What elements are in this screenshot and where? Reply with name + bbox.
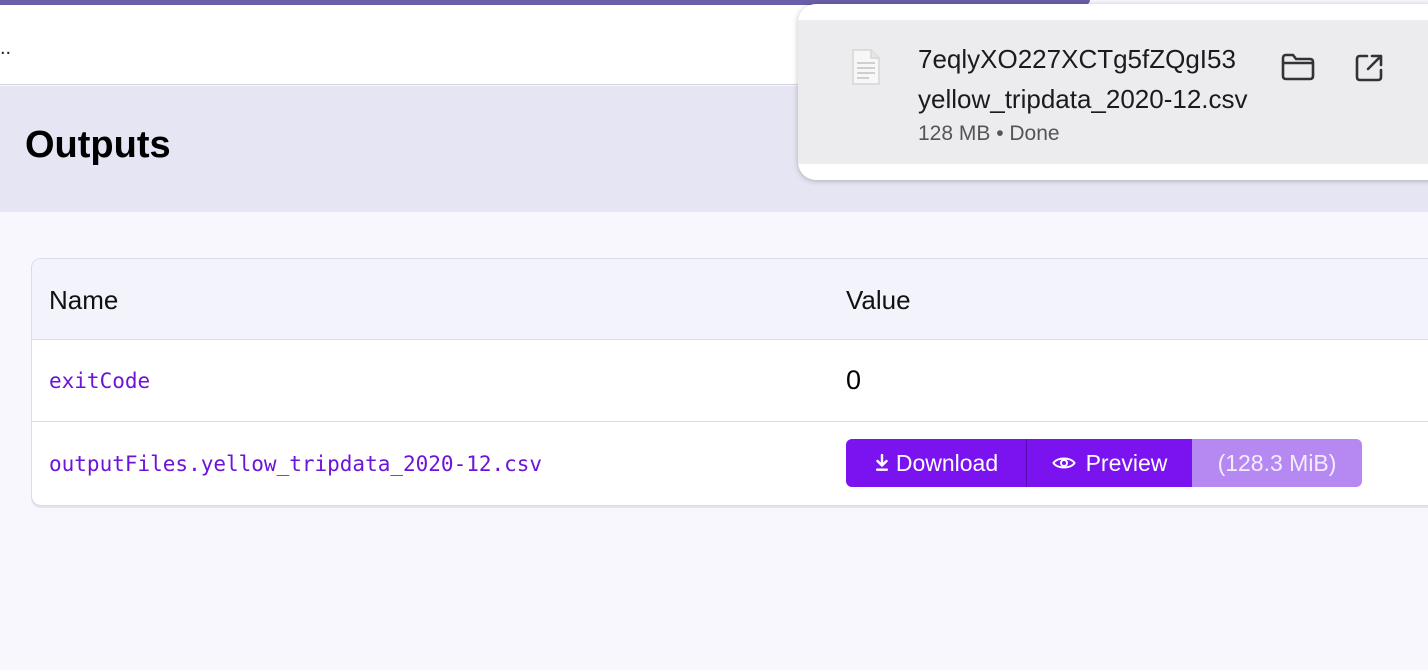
eye-icon [1051, 457, 1076, 469]
column-header-value: Value [846, 285, 911, 315]
page-title: Outputs [25, 124, 171, 166]
output-value-exitcode: 0 [846, 365, 862, 395]
download-popup: 7eqlyXO227XCTg5fZQgI53 yellow_tripdata_2… [798, 4, 1428, 180]
download-filename-line2: yellow_tripdata_2020-12.csv [918, 84, 1248, 114]
page: .. Outputs Name Value exitCode 0 outputF… [0, 0, 1428, 670]
top-bar-text: .. [0, 37, 12, 59]
download-button-label: Download [895, 449, 999, 476]
folder-icon[interactable] [1280, 52, 1316, 87]
table-header-row: Name Value [32, 259, 1428, 340]
output-name-exitcode: exitCode [49, 369, 151, 393]
download-item[interactable]: 7eqlyXO227XCTg5fZQgI53 yellow_tripdata_2… [798, 20, 1428, 164]
preview-button[interactable]: Preview [1027, 439, 1192, 487]
download-icon [875, 454, 888, 471]
file-icon [852, 49, 880, 85]
download-filename-line1: 7eqlyXO227XCTg5fZQgI53 [918, 44, 1236, 74]
output-name-file: outputFiles.yellow_tripdata_2020-12.csv [49, 452, 543, 476]
file-size-label: (128.3 MiB) [1217, 449, 1337, 476]
outputs-table: Name Value exitCode 0 outputFiles.yellow… [31, 258, 1428, 506]
preview-button-label: Preview [1085, 449, 1168, 476]
file-action-group: Download Preview (128.3 MiB) [846, 439, 1362, 487]
file-size-badge: (128.3 MiB) [1192, 439, 1362, 487]
open-external-icon[interactable] [1353, 52, 1385, 89]
table-row: outputFiles.yellow_tripdata_2020-12.csv … [32, 422, 1428, 505]
download-status: 128 MB • Done [918, 122, 1060, 145]
table-row: exitCode 0 [32, 340, 1428, 422]
column-header-name: Name [49, 285, 119, 315]
download-button[interactable]: Download [846, 439, 1027, 487]
